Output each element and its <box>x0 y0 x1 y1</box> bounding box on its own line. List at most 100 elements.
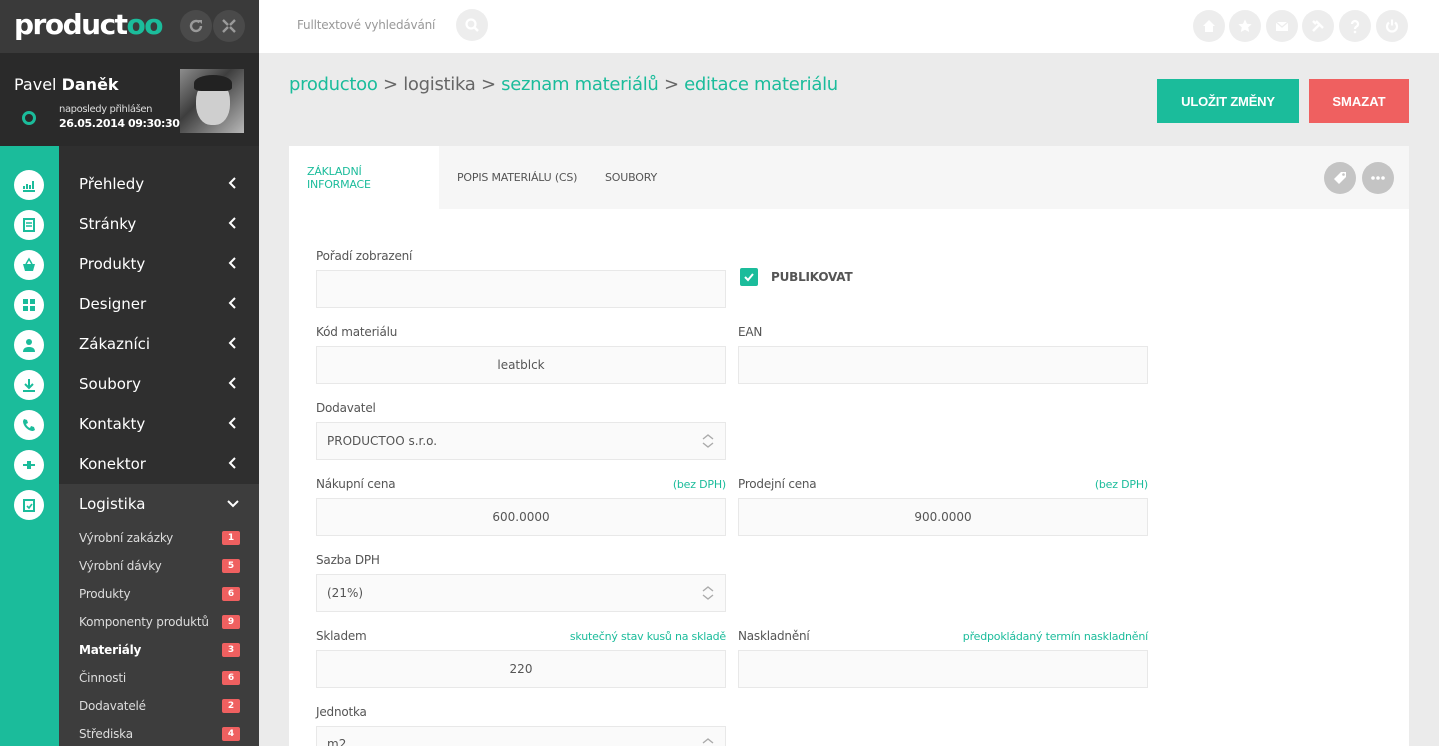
count-badge: 4 <box>222 727 240 741</box>
tag-icon[interactable] <box>1324 162 1356 194</box>
breadcrumb-link[interactable]: productoo <box>289 74 378 95</box>
search-icon[interactable] <box>456 9 488 41</box>
stock-input[interactable]: 220 <box>316 650 726 688</box>
code-input[interactable]: leatblck <box>316 346 726 384</box>
submenu-item[interactable]: Komponenty produktů <box>79 615 209 629</box>
tab-files[interactable]: SOUBORY <box>587 146 675 209</box>
star-icon[interactable] <box>1229 10 1261 42</box>
supplier-label: Dodavatel <box>316 401 376 415</box>
submenu-item[interactable]: Výrobní zakázky <box>79 531 173 545</box>
chevron-down-icon <box>227 500 239 508</box>
buy-price-label: Nákupní cena <box>316 477 396 491</box>
grid-icon[interactable] <box>14 290 44 320</box>
menu-item-kontakty[interactable]: Kontakty <box>59 404 259 444</box>
breadcrumb-item: logistika <box>403 74 476 95</box>
submenu-item[interactable]: Výrobní dávky <box>79 559 162 573</box>
restock-hint: předpokládaný termín naskladnění <box>962 630 1148 643</box>
connector-icon[interactable] <box>14 450 44 480</box>
publish-label: PUBLIKOVAT <box>771 270 853 284</box>
vat-select[interactable]: (21%) <box>316 574 726 612</box>
tab-description[interactable]: POPIS MATERIÁLU (CS) <box>439 146 595 209</box>
sell-price-label: Prodejní cena <box>738 477 817 491</box>
submenu-item[interactable]: Produkty <box>79 587 131 601</box>
menu-item-stranky[interactable]: Stránky <box>59 204 259 244</box>
unit-select[interactable]: m2 <box>316 726 726 746</box>
count-badge: 1 <box>222 531 240 545</box>
order-label: Pořadí zobrazení <box>316 249 413 263</box>
help-icon[interactable] <box>1339 10 1371 42</box>
avatar[interactable] <box>180 69 244 133</box>
phone-icon[interactable] <box>14 410 44 440</box>
publish-checkbox[interactable] <box>740 268 758 286</box>
buy-price-hint: (bez DPH) <box>672 478 726 491</box>
buy-price-input[interactable]: 600.0000 <box>316 498 726 536</box>
code-label: Kód materiálu <box>316 325 398 339</box>
user-icon[interactable] <box>14 330 44 360</box>
count-badge: 6 <box>222 587 240 601</box>
power-icon[interactable] <box>1376 10 1408 42</box>
tools-icon[interactable] <box>1302 10 1334 42</box>
mail-icon[interactable] <box>1266 10 1298 42</box>
status-indicator <box>22 111 36 125</box>
app-logo[interactable]: productoo <box>14 8 164 41</box>
chevron-left-icon <box>228 417 236 429</box>
clipboard-icon[interactable] <box>14 490 44 520</box>
count-badge: 9 <box>222 615 240 629</box>
chevron-left-icon <box>228 337 236 349</box>
count-badge: 2 <box>222 699 240 713</box>
breadcrumb-current[interactable]: editace materiálu <box>684 74 838 95</box>
breadcrumb-link[interactable]: seznam materiálů <box>501 74 659 95</box>
user-name: Pavel Daněk <box>14 75 119 94</box>
chevron-left-icon <box>228 217 236 229</box>
chart-icon[interactable] <box>14 170 44 200</box>
updown-icon <box>702 738 714 744</box>
refresh-icon[interactable] <box>180 10 212 42</box>
count-badge: 6 <box>222 671 240 685</box>
check-icon <box>744 273 754 282</box>
sell-price-input[interactable]: 900.0000 <box>738 498 1148 536</box>
submenu-item-active[interactable]: Materiály <box>79 643 141 657</box>
breadcrumb: productoo > logistika > seznam materiálů… <box>289 74 838 95</box>
chevron-left-icon <box>228 457 236 469</box>
updown-icon <box>702 586 714 600</box>
menu-item-logistika[interactable]: Logistika <box>59 484 259 524</box>
chevron-left-icon <box>228 377 236 389</box>
chevron-left-icon <box>228 177 236 189</box>
submenu-logistika: Výrobní zakázky 1 Výrobní dávky 5 Produk… <box>59 524 259 746</box>
submenu-item[interactable]: Dodavatelé <box>79 699 146 713</box>
ean-label: EAN <box>738 325 763 339</box>
menu-item-produkty[interactable]: Produkty <box>59 244 259 284</box>
delete-button[interactable]: SMAZAT <box>1309 79 1409 123</box>
basket-icon[interactable] <box>14 250 44 280</box>
restock-input[interactable] <box>738 650 1148 688</box>
download-icon[interactable] <box>14 370 44 400</box>
count-badge: 5 <box>222 559 240 573</box>
supplier-select[interactable]: PRODUCTOO s.r.o. <box>316 422 726 460</box>
menu-item-designer[interactable]: Designer <box>59 284 259 324</box>
tab-basic-info[interactable]: ZÁKLADNÍ INFORMACE <box>289 146 439 209</box>
search-input[interactable]: Fulltextové vyhledávání <box>297 18 435 32</box>
ean-input[interactable] <box>738 346 1148 384</box>
sell-price-hint: (bez DPH) <box>1094 478 1148 491</box>
menu-item-prehledy[interactable]: Přehledy <box>59 164 259 204</box>
tab-bar: ZÁKLADNÍ INFORMACE POPIS MATERIÁLU (CS) … <box>289 146 1409 209</box>
submenu-item[interactable]: Střediska <box>79 727 133 741</box>
stock-hint: skutečný stav kusů na skladě <box>569 630 726 643</box>
updown-icon <box>702 434 714 448</box>
menu-item-soubory[interactable]: Soubory <box>59 364 259 404</box>
order-input[interactable] <box>316 270 726 308</box>
pages-icon[interactable] <box>14 210 44 240</box>
home-icon[interactable] <box>1193 10 1225 42</box>
material-edit-panel: ZÁKLADNÍ INFORMACE POPIS MATERIÁLU (CS) … <box>289 146 1409 746</box>
menu-item-zakaznici[interactable]: Zákazníci <box>59 324 259 364</box>
submenu-item[interactable]: Činnosti <box>79 671 126 685</box>
more-icon[interactable] <box>1362 162 1394 194</box>
stock-label: Skladem <box>316 629 367 643</box>
logo-bar: productoo <box>0 0 259 53</box>
count-badge: 3 <box>222 643 240 657</box>
icon-rail <box>0 146 59 746</box>
chevron-left-icon <box>228 257 236 269</box>
save-button[interactable]: ULOŽIT ZMĚNY <box>1157 79 1299 123</box>
menu-item-konektor[interactable]: Konektor <box>59 444 259 484</box>
collapse-icon[interactable] <box>213 10 245 42</box>
